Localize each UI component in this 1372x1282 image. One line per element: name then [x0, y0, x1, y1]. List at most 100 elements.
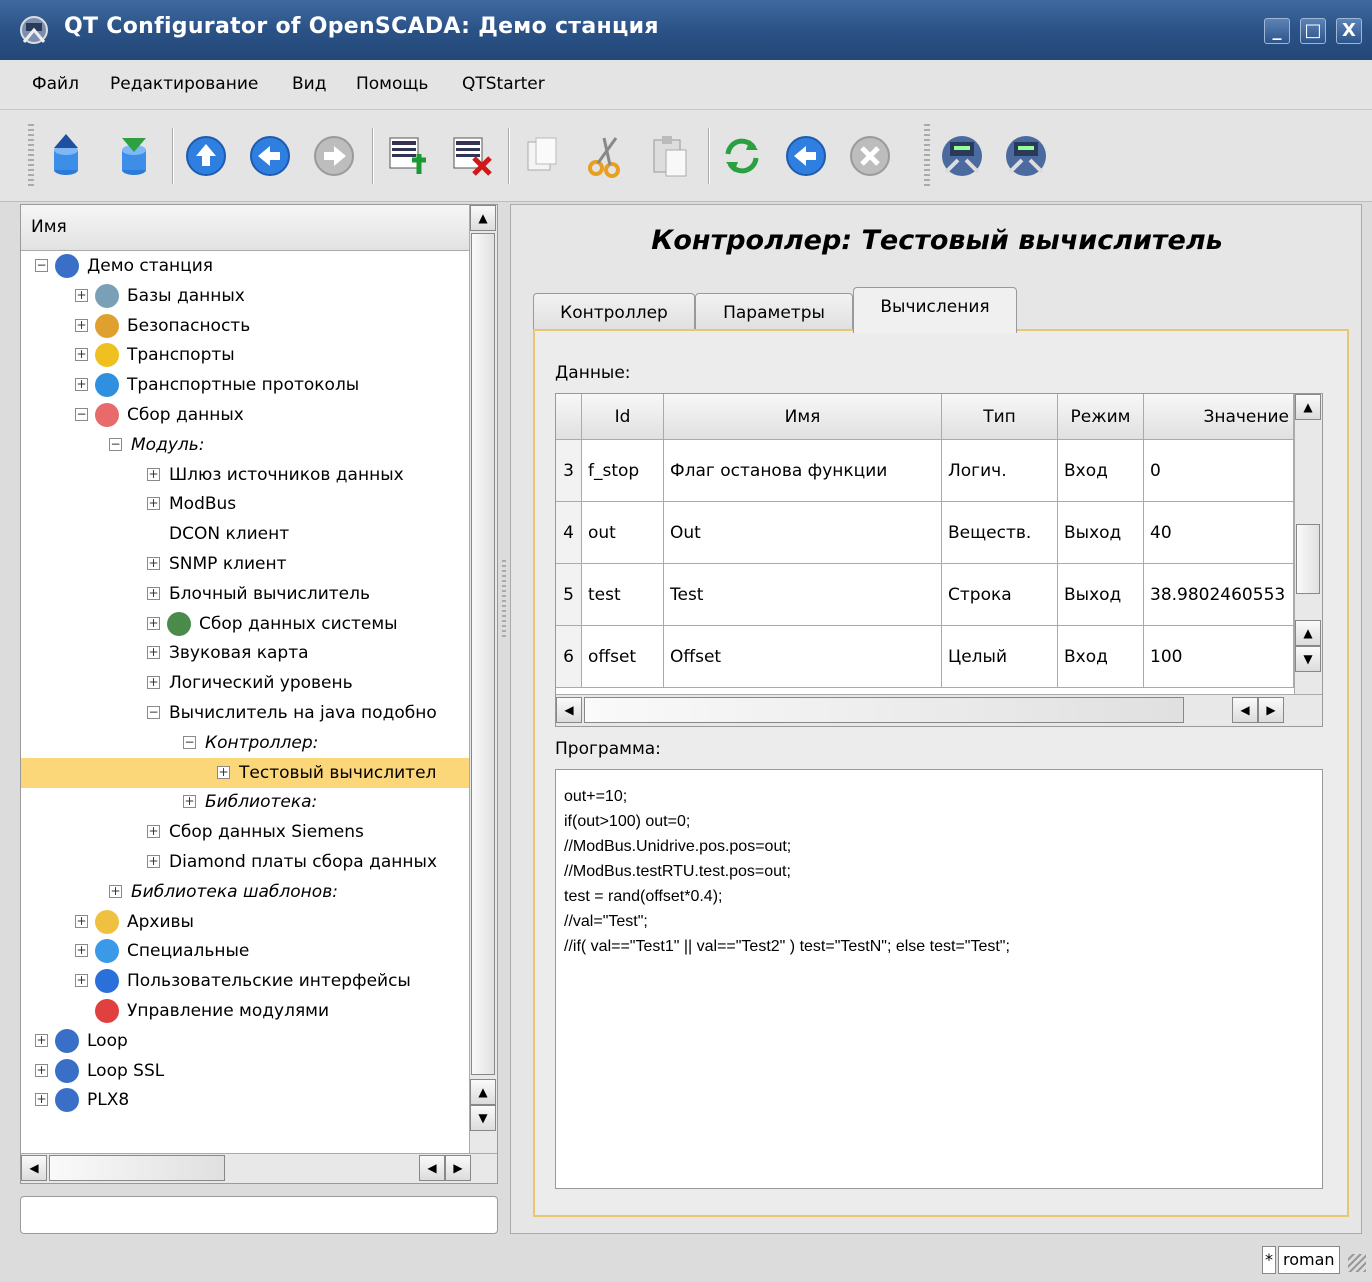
- column-header-id[interactable]: Id: [582, 394, 664, 440]
- scroll-right-icon[interactable]: ▶: [1258, 697, 1284, 723]
- table-cell-id[interactable]: out: [582, 502, 664, 564]
- table-cell-value[interactable]: 40: [1144, 502, 1294, 564]
- menu-qtstarter[interactable]: QTStarter: [462, 74, 545, 94]
- tree-item[interactable]: + Логический уровень: [21, 668, 469, 698]
- table-cell-name[interactable]: Offset: [664, 626, 942, 688]
- tab-controller[interactable]: Контроллер: [533, 293, 695, 333]
- tree-header[interactable]: Имя: [21, 205, 469, 251]
- table-cell-name[interactable]: Флаг останова функции: [664, 440, 942, 502]
- expand-icon[interactable]: +: [109, 884, 122, 898]
- scroll-up-icon[interactable]: ▲: [1295, 620, 1321, 646]
- scroll-up-icon[interactable]: ▲: [470, 1079, 496, 1105]
- tree-item[interactable]: DCON клиент: [21, 519, 469, 549]
- close-button[interactable]: X: [1336, 18, 1362, 44]
- delete-item-icon[interactable]: [446, 132, 494, 180]
- tree-item[interactable]: + Звуковая карта: [21, 638, 469, 668]
- expand-icon[interactable]: +: [75, 318, 88, 332]
- navigation-tree[interactable]: Имя − Демо станция + Базы данных + Безопаснос…: [20, 204, 498, 1184]
- row-header[interactable]: 3: [556, 440, 582, 502]
- toolbar-grip[interactable]: [924, 124, 930, 188]
- back-icon[interactable]: [246, 132, 294, 180]
- expand-icon[interactable]: +: [75, 944, 88, 958]
- table-cell-id[interactable]: test: [582, 564, 664, 626]
- collapse-icon[interactable]: −: [75, 408, 88, 421]
- tree-item[interactable]: + Библиотека:: [21, 787, 469, 817]
- tree-item[interactable]: + Loop SSL: [21, 1056, 469, 1086]
- tree-item[interactable]: − Демо станция: [21, 251, 469, 281]
- tree-item[interactable]: + ModBus: [21, 489, 469, 519]
- tree-item[interactable]: + Специальные: [21, 936, 469, 966]
- table-cell-id[interactable]: offset: [582, 626, 664, 688]
- tree-horizontal-scrollbar[interactable]: ◀ ◀ ▶: [21, 1153, 497, 1183]
- tree-item[interactable]: + Блочный вычислитель: [21, 579, 469, 609]
- table-cell-id[interactable]: f_stop: [582, 440, 664, 502]
- tree-item[interactable]: − Вычислитель на java подобно: [21, 698, 469, 728]
- tree-item[interactable]: + Шлюз источников данных: [21, 460, 469, 490]
- station-icon[interactable]: [938, 132, 986, 180]
- expand-icon[interactable]: +: [147, 467, 160, 481]
- table-cell-name[interactable]: Out: [664, 502, 942, 564]
- table-cell-type[interactable]: Логич.: [942, 440, 1058, 502]
- data-table[interactable]: Id Имя Тип Режим Значение 3 f_stop Флаг ос…: [555, 393, 1323, 727]
- table-cell-mode[interactable]: Вход: [1058, 626, 1144, 688]
- table-cell-type[interactable]: Целый: [942, 626, 1058, 688]
- expand-icon[interactable]: +: [147, 676, 160, 690]
- splitter-handle[interactable]: [502, 560, 506, 640]
- scroll-thumb[interactable]: [49, 1155, 225, 1181]
- tree-item[interactable]: + Сбор данных системы: [21, 609, 469, 639]
- expand-icon[interactable]: +: [147, 497, 160, 511]
- scroll-thumb[interactable]: [471, 233, 495, 1075]
- tree-item[interactable]: + SNMP клиент: [21, 549, 469, 579]
- scroll-thumb[interactable]: [1296, 524, 1320, 594]
- toolbar-grip[interactable]: [28, 124, 34, 188]
- tree-item[interactable]: − Контроллер:: [21, 728, 469, 758]
- tree-item[interactable]: + Loop: [21, 1026, 469, 1056]
- up-icon[interactable]: [182, 132, 230, 180]
- row-header[interactable]: 4: [556, 502, 582, 564]
- table-cell-mode[interactable]: Выход: [1058, 564, 1144, 626]
- table-cell-value[interactable]: 100: [1144, 626, 1294, 688]
- scroll-left-icon[interactable]: ◀: [1232, 697, 1258, 723]
- menu-file[interactable]: Файл: [32, 74, 79, 94]
- expand-icon[interactable]: +: [35, 1033, 48, 1047]
- scroll-left-icon[interactable]: ◀: [556, 697, 582, 723]
- maximize-button[interactable]: □: [1300, 18, 1326, 44]
- scroll-left-icon[interactable]: ◀: [21, 1155, 47, 1181]
- copy-icon[interactable]: [518, 132, 566, 180]
- menu-edit[interactable]: Редактирование: [110, 74, 258, 94]
- scroll-up-icon[interactable]: ▲: [1295, 394, 1321, 420]
- scroll-right-icon[interactable]: ▶: [445, 1155, 471, 1181]
- tree-item[interactable]: − Модуль:: [21, 430, 469, 460]
- table-vertical-scrollbar[interactable]: ▲ ▲ ▼: [1294, 394, 1322, 694]
- collapse-icon[interactable]: −: [147, 706, 160, 719]
- scroll-up-icon[interactable]: ▲: [470, 205, 496, 231]
- tree-item[interactable]: + Сбор данных Siemens: [21, 817, 469, 847]
- column-header-type[interactable]: Тип: [942, 394, 1058, 440]
- refresh-icon[interactable]: [718, 132, 766, 180]
- tree-item[interactable]: + Транспорты: [21, 340, 469, 370]
- tree-item[interactable]: + Пользовательские интерфейсы: [21, 966, 469, 996]
- forward-icon[interactable]: [310, 132, 358, 180]
- expand-icon[interactable]: +: [35, 1093, 48, 1107]
- column-header-value[interactable]: Значение: [1144, 394, 1294, 440]
- table-cell-type[interactable]: Веществ.: [942, 502, 1058, 564]
- table-cell-mode[interactable]: Выход: [1058, 502, 1144, 564]
- expand-icon[interactable]: +: [75, 348, 88, 362]
- tree-vertical-scrollbar[interactable]: ▲ ▲ ▼: [469, 205, 497, 1153]
- expand-icon[interactable]: +: [147, 557, 160, 570]
- expand-icon[interactable]: +: [147, 586, 160, 600]
- expand-icon[interactable]: +: [217, 765, 230, 779]
- expand-icon[interactable]: +: [75, 288, 88, 302]
- tab-calculations[interactable]: Вычисления: [853, 287, 1017, 333]
- expand-icon[interactable]: +: [147, 616, 160, 630]
- user-label[interactable]: roman: [1278, 1246, 1340, 1274]
- tree-item[interactable]: + Базы данных: [21, 281, 469, 311]
- expand-icon[interactable]: +: [35, 1063, 48, 1077]
- row-header[interactable]: 5: [556, 564, 582, 626]
- expand-icon[interactable]: +: [147, 825, 160, 839]
- expand-icon[interactable]: +: [75, 914, 88, 928]
- menu-help[interactable]: Помощь: [356, 74, 428, 94]
- scroll-thumb[interactable]: [584, 697, 1184, 723]
- station-icon-2[interactable]: [1002, 132, 1050, 180]
- column-header-name[interactable]: Имя: [664, 394, 942, 440]
